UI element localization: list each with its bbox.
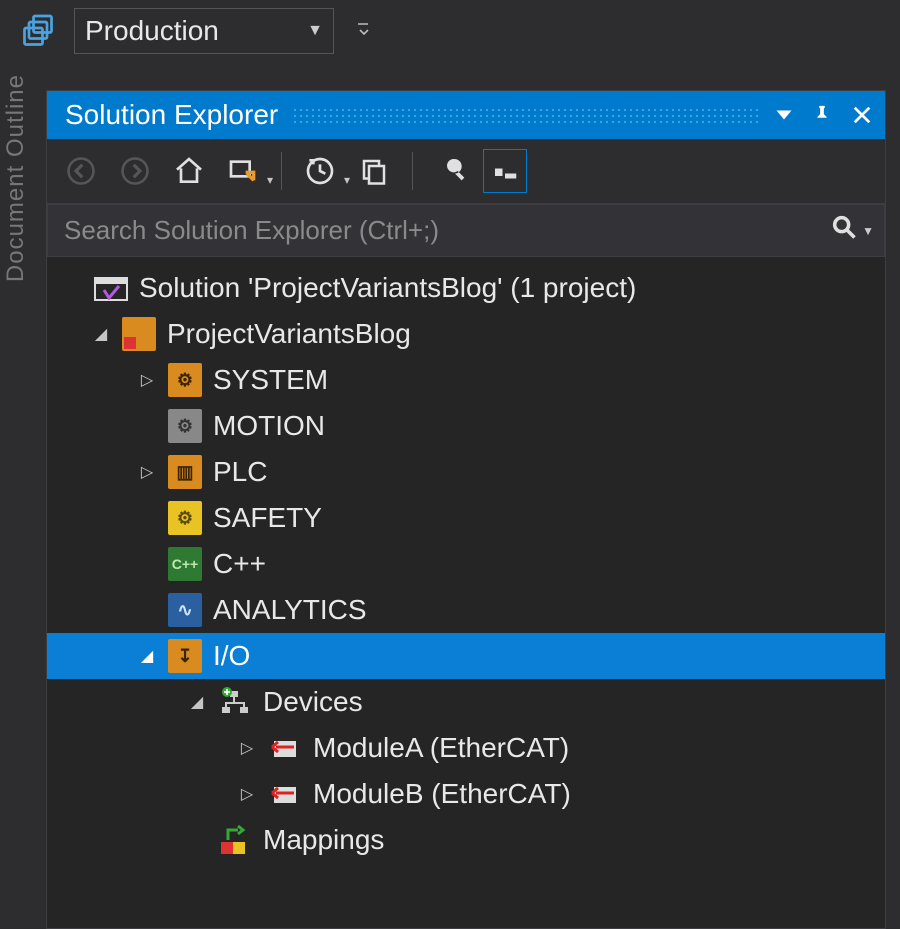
tree-label: ProjectVariantsBlog: [167, 318, 411, 350]
tree-label: MOTION: [213, 410, 325, 442]
toolbar-overflow-icon[interactable]: [352, 18, 380, 44]
motion-icon: ⚙: [167, 408, 203, 444]
tree-label: SAFETY: [213, 502, 322, 534]
plc-icon: ▥: [167, 454, 203, 490]
nav-forward-button[interactable]: [113, 149, 157, 193]
tree-node-module-a[interactable]: ▷ ModuleA (EtherCAT): [47, 725, 885, 771]
tree-node-safety[interactable]: ⚙ SAFETY: [47, 495, 885, 541]
ethercat-device-icon: [267, 776, 303, 812]
panel-grip[interactable]: [292, 105, 761, 125]
document-outline-tab[interactable]: Document Outline: [2, 64, 30, 292]
panel-title: Solution Explorer: [65, 99, 278, 131]
tree-node-cpp[interactable]: C++ C++: [47, 541, 885, 587]
show-all-files-button[interactable]: [352, 149, 396, 193]
toolbar-separator: [412, 152, 413, 190]
tree-label: I/O: [213, 640, 250, 672]
tree-node-analytics[interactable]: ∿ ANALYTICS: [47, 587, 885, 633]
tree-label: ANALYTICS: [213, 594, 367, 626]
safety-icon: ⚙: [167, 500, 203, 536]
tree-node-mappings[interactable]: Mappings: [47, 817, 885, 863]
cpp-icon: C++: [167, 546, 203, 582]
expander-expanded-icon[interactable]: ◢: [91, 324, 111, 344]
pending-changes-button[interactable]: [298, 149, 342, 193]
panel-header: Solution Explorer: [47, 91, 885, 139]
tree-label: Mappings: [263, 824, 384, 856]
tree-label: ModuleB (EtherCAT): [313, 778, 571, 810]
expander-collapsed-icon[interactable]: ▷: [137, 370, 157, 390]
tree-label: Solution 'ProjectVariantsBlog' (1 projec…: [139, 272, 636, 304]
configuration-dropdown[interactable]: Production ▼: [74, 8, 334, 54]
expander-collapsed-icon[interactable]: ▷: [237, 738, 257, 758]
tree-label: Devices: [263, 686, 363, 718]
window-menu-icon[interactable]: [775, 106, 793, 124]
tree-node-module-b[interactable]: ▷ ModuleB (EtherCAT): [47, 771, 885, 817]
analytics-icon: ∿: [167, 592, 203, 628]
system-icon: ⚙: [167, 362, 203, 398]
ethercat-device-icon: [267, 730, 303, 766]
chevron-down-icon: ▼: [307, 22, 323, 40]
tree-solution[interactable]: Solution 'ProjectVariantsBlog' (1 projec…: [47, 265, 885, 311]
tree-project[interactable]: ◢ ProjectVariantsBlog: [47, 311, 885, 357]
tree-node-io[interactable]: ◢ ↧ I/O: [47, 633, 885, 679]
mappings-icon: [217, 822, 253, 858]
project-icon: [121, 316, 157, 352]
devices-icon: [217, 684, 253, 720]
expander-collapsed-icon[interactable]: ▷: [137, 462, 157, 482]
properties-button[interactable]: [429, 149, 473, 193]
solution-tree: Solution 'ProjectVariantsBlog' (1 projec…: [47, 257, 885, 928]
configuration-dropdown-value: Production: [85, 15, 219, 47]
tree-node-motion[interactable]: ⚙ MOTION: [47, 403, 885, 449]
tree-node-devices[interactable]: ◢ Devices: [47, 679, 885, 725]
tree-label: C++: [213, 548, 266, 580]
search-placeholder: Search Solution Explorer (Ctrl+;): [64, 215, 439, 246]
tree-node-plc[interactable]: ▷ ▥ PLC: [47, 449, 885, 495]
toolbar-separator: [281, 152, 282, 190]
solution-icon: [93, 270, 129, 306]
tree-label: PLC: [213, 456, 267, 488]
expander-expanded-icon[interactable]: ◢: [137, 646, 157, 666]
io-icon: ↧: [167, 638, 203, 674]
collapse-all-button[interactable]: [483, 149, 527, 193]
solution-explorer-panel: Solution Explorer: [46, 90, 886, 929]
home-button[interactable]: [167, 149, 211, 193]
sync-with-active-button[interactable]: [221, 149, 265, 193]
pin-icon[interactable]: [811, 104, 833, 126]
tree-label: SYSTEM: [213, 364, 328, 396]
expander-collapsed-icon[interactable]: ▷: [237, 784, 257, 804]
tree-label: ModuleA (EtherCAT): [313, 732, 569, 764]
search-icon[interactable]: [830, 213, 858, 248]
nav-back-button[interactable]: [59, 149, 103, 193]
close-icon[interactable]: [851, 104, 873, 126]
expander-expanded-icon[interactable]: ◢: [187, 692, 207, 712]
search-box[interactable]: Search Solution Explorer (Ctrl+;) ▼: [47, 204, 885, 257]
top-toolbar: Production ▼: [0, 0, 900, 68]
panel-toolbar: [47, 139, 885, 204]
variants-stack-icon[interactable]: [20, 13, 56, 49]
chevron-down-icon[interactable]: ▼: [862, 224, 874, 238]
tree-node-system[interactable]: ▷ ⚙ SYSTEM: [47, 357, 885, 403]
